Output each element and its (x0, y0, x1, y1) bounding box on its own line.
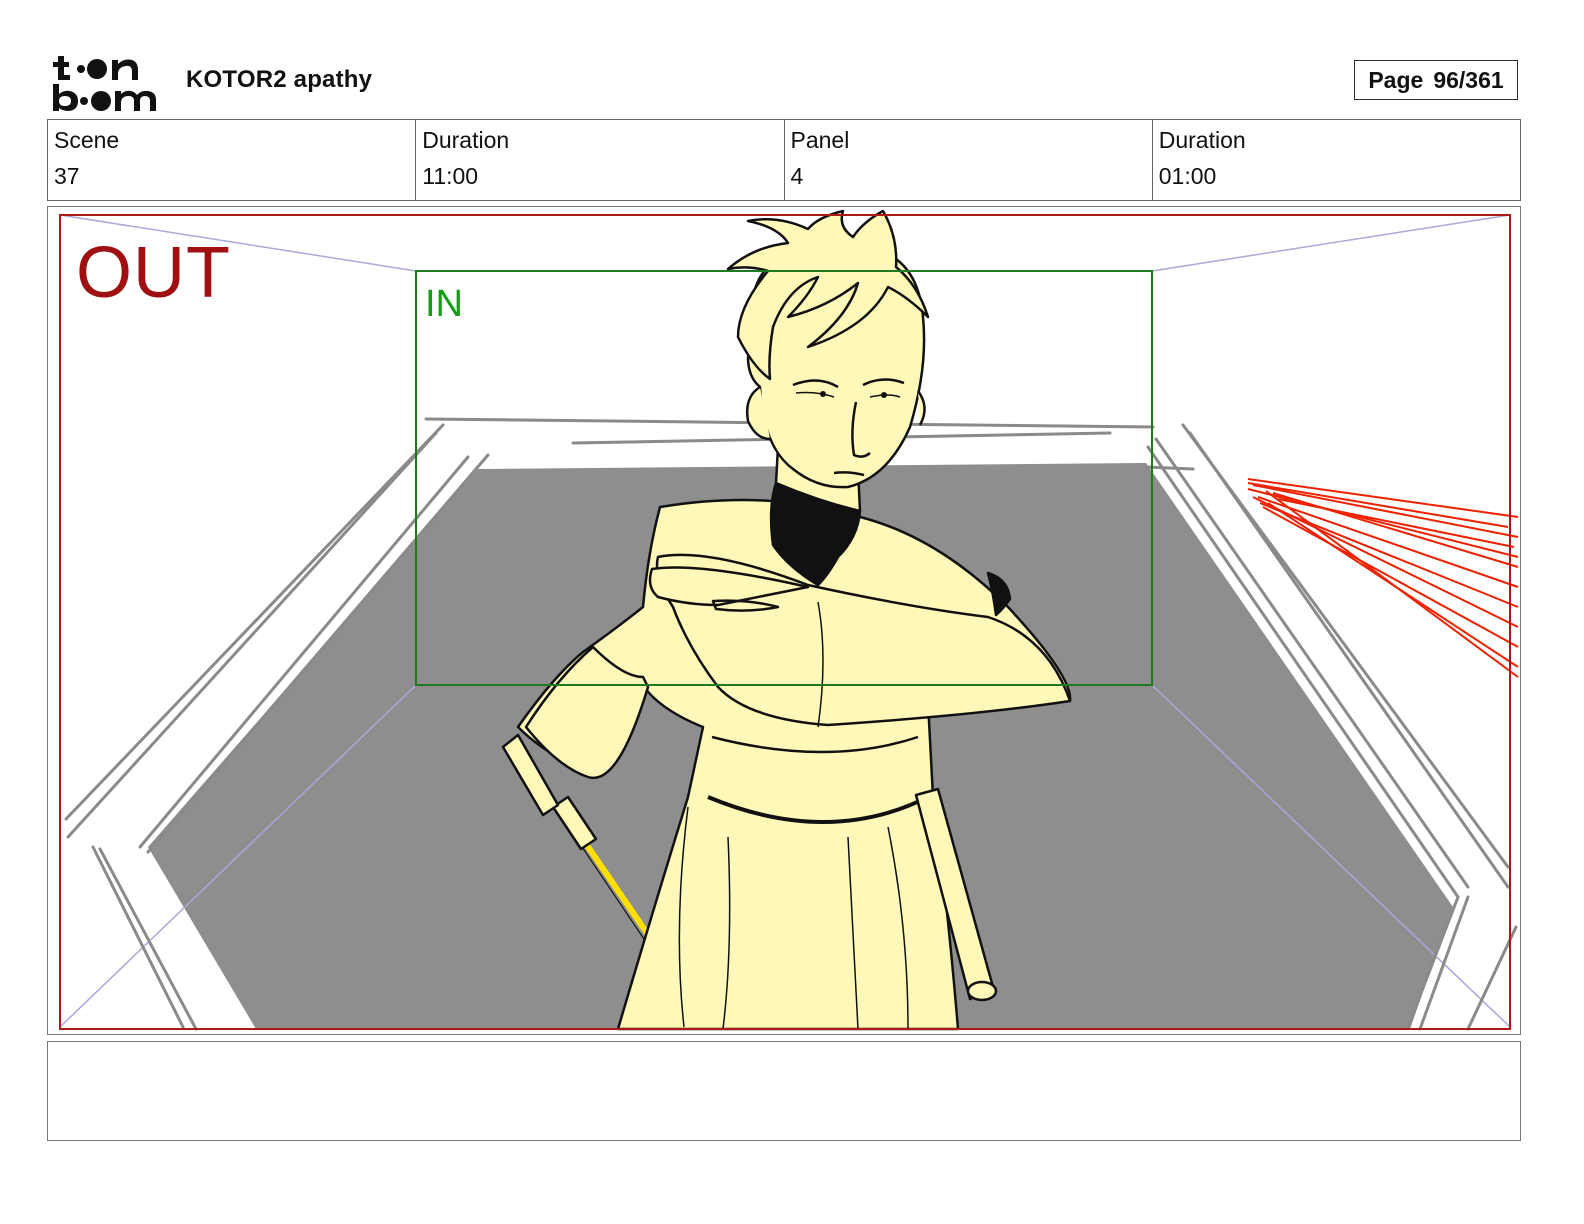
scene-value: 37 (54, 163, 80, 189)
page-indicator: Page 96/361 (1354, 60, 1518, 100)
scene-label: Scene (54, 127, 120, 153)
scene-duration-value: 11:00 (422, 163, 479, 189)
panel-notes-box[interactable] (47, 1041, 1521, 1141)
panel-duration-label: Duration (1158, 127, 1246, 153)
panel-cell: Panel 4 (785, 120, 1153, 200)
red-scribble (1247, 478, 1519, 678)
storyboard-panel: OUT IN (47, 206, 1521, 1035)
project-title: KOTOR2 apathy (186, 66, 373, 93)
toon-boom-logo (53, 56, 156, 111)
in-frame-label: IN (425, 283, 463, 325)
panel-duration-cell: Duration 01:00 (1153, 120, 1520, 200)
scene-info-table: Scene 37 Duration 11:00 Panel 4 Duration… (47, 119, 1521, 201)
scene-duration-cell: Duration 11:00 (416, 120, 785, 200)
panel-artwork (59, 209, 1519, 1031)
out-frame-label: OUT (76, 233, 231, 313)
page-number: 96/361 (1433, 66, 1504, 93)
scene-cell: Scene 37 (48, 120, 417, 200)
scene-duration-label: Duration (422, 127, 510, 153)
page-header: KOTOR2 apathy Page 96/361 (0, 0, 1584, 118)
panel-duration-value: 01:00 (1158, 163, 1217, 189)
page-label: Page (1368, 66, 1424, 93)
panel-value: 4 (790, 163, 804, 189)
panel-label: Panel (790, 127, 850, 153)
